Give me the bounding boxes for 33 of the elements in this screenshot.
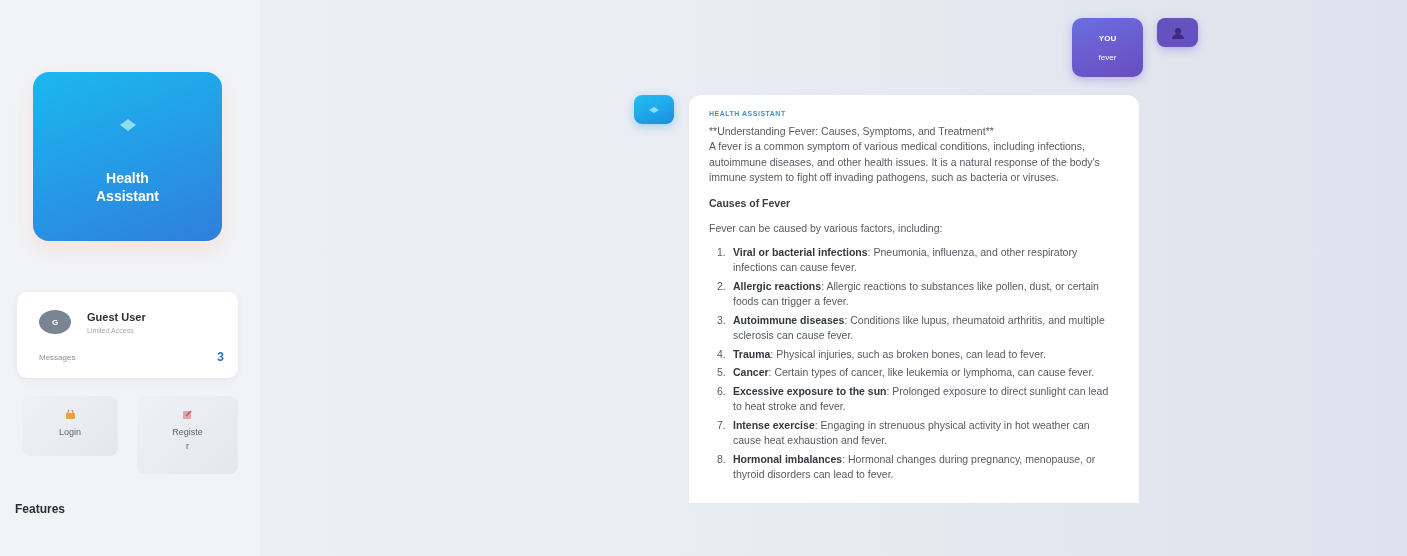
stat-value: 3	[217, 350, 224, 364]
stat-label: Messages	[39, 352, 76, 362]
message-paragraph: Fever can be caused by various factors, including:	[709, 221, 944, 236]
list-number: 5.	[717, 365, 727, 380]
list-item: Hormonal imbalances: Hormonal changes during pregnancy, menopause, or thyroid disorders can lead to fever.	[733, 451, 1097, 482]
list-number: 7.	[717, 417, 727, 433]
list-item: Allergic reactions: Allergic reactions to substances like pollen, dust, or certain foods can trigger a fever.	[733, 278, 1100, 309]
list-number: 8.	[717, 451, 727, 467]
user-avatar	[1157, 18, 1198, 47]
message-paragraph: **Understanding Fever: Causes, Symptoms, and Treatment** A fever is a common symptom of various medical conditions, including infections, autoimmune diseases, and other health issues. It is a natural response of the body's immune system to fight off invading pathogens, such as bacteria or viruses.	[709, 123, 1101, 185]
assistant-avatar	[634, 95, 674, 124]
user-message: YOU fever	[1072, 18, 1143, 77]
pencil-icon	[183, 410, 192, 419]
list-item: Excessive exposure to the sun: Prolonged exposure to direct sunlight can lead to heat stroke and fever.	[733, 383, 1110, 414]
list-item: Autoimmune diseases: Conditions like lupus, rheumatoid arthritis, and multiple sclerosis can cause fever.	[733, 312, 1106, 343]
user-name: Guest User	[87, 310, 146, 323]
section-title: Features	[15, 502, 67, 516]
list-number: 2.	[717, 278, 727, 294]
lock-icon	[65, 410, 75, 419]
list-item: Intense exercise: Engaging in strenuous physical activity in hot weather can cause heat exhaustion and fever.	[733, 417, 1091, 448]
list-number: 1.	[717, 244, 727, 260]
section-heading: Causes of Fever	[709, 195, 792, 211]
list-number: 3.	[717, 312, 727, 328]
list-item: Viral or bacterial infections: Pneumonia, influenza, and other respiratory infections can cause fever.	[733, 244, 1079, 275]
list-number: 4.	[717, 346, 727, 362]
register-button[interactable]: Register	[137, 396, 238, 474]
avatar: G	[39, 310, 71, 334]
login-button[interactable]: Login	[22, 396, 118, 456]
diamond-icon	[119, 118, 136, 131]
app-title: Health Assistant	[95, 168, 160, 205]
list-item: Cancer: Certain types of cancer, like leukemia or lymphoma, can cause fever.	[733, 365, 1095, 380]
list-number: 6.	[717, 383, 727, 399]
list-item: Trauma: Physical injuries, such as broken bones, can lead to fever.	[733, 346, 1046, 362]
